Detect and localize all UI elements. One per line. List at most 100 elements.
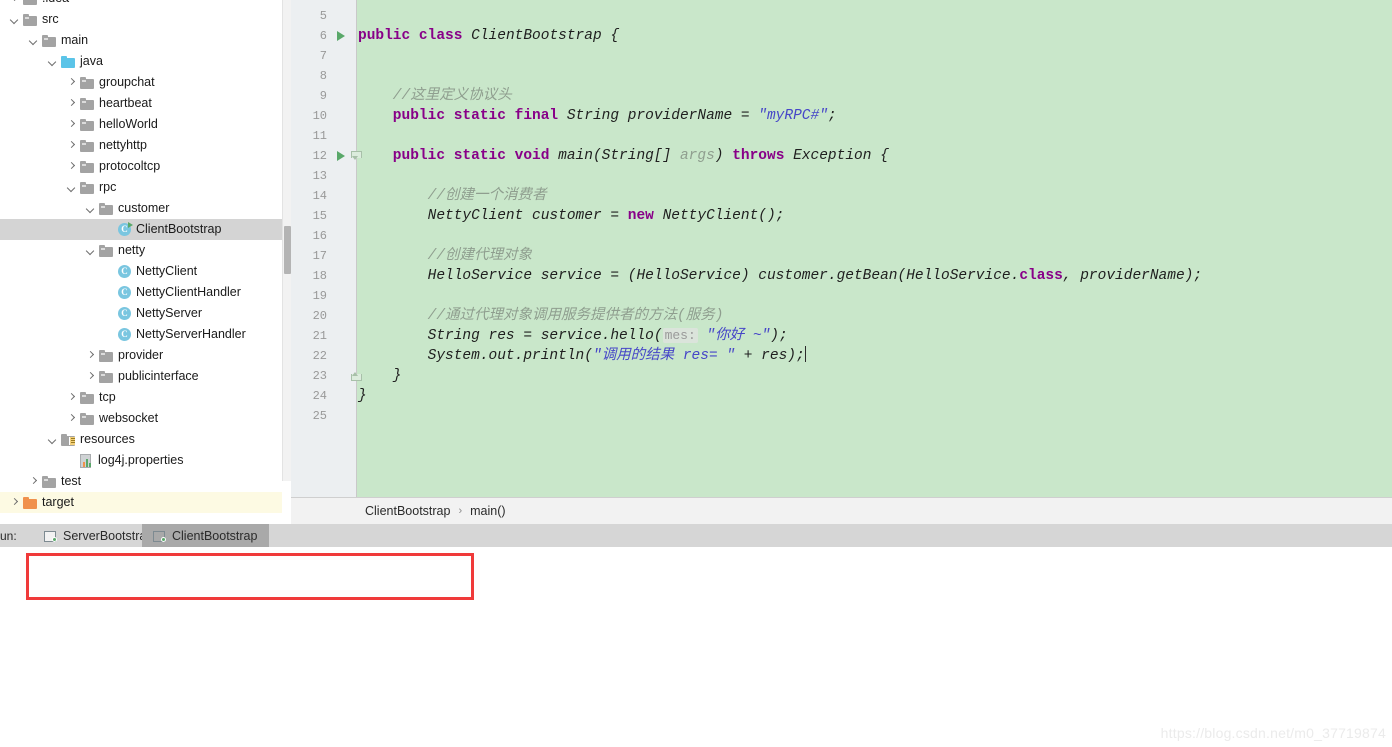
line-number: 18 <box>312 269 327 283</box>
folder-target-icon <box>23 496 37 509</box>
chevron-right-icon[interactable] <box>84 370 97 383</box>
tree-item-nettyserver[interactable]: C NettyServer <box>0 303 282 324</box>
tree-item-test[interactable]: test <box>0 471 282 492</box>
code-token-plain: ); <box>770 328 788 344</box>
tree-item-java[interactable]: java <box>0 51 282 72</box>
chevron-right-icon[interactable] <box>65 97 78 110</box>
code-token-plain: } <box>358 388 367 404</box>
line-number: 5 <box>319 9 327 23</box>
chevron-right-icon[interactable] <box>65 118 78 131</box>
tree-item-label: heartbeat <box>99 96 152 110</box>
code-token-kw: public static void <box>358 148 559 164</box>
editor-gutter[interactable]: 45678910111213141516171819202122232425 <box>291 0 333 497</box>
tree-item-label: groupchat <box>99 75 155 89</box>
tree-item-nettyclient[interactable]: C NettyClient <box>0 261 282 282</box>
tree-item-label: tcp <box>99 390 116 404</box>
line-number: 20 <box>312 309 327 323</box>
tree-item-label: test <box>61 474 82 488</box>
chevron-right-icon[interactable] <box>65 412 78 425</box>
tree-item-main[interactable]: main <box>0 30 282 51</box>
tree-item-nettyclienthandler[interactable]: C NettyClientHandler <box>0 282 282 303</box>
run-gutter-icon[interactable] <box>337 151 345 161</box>
code-fold-icon[interactable] <box>351 151 362 160</box>
tree-item-resources[interactable]: resources <box>0 429 282 450</box>
tree-item-protocoltcp[interactable]: protocoltcp <box>0 156 282 177</box>
code-editor[interactable]: 45678910111213141516171819202122232425 p… <box>291 0 1392 497</box>
code-token-cmt: //创建一个消费者 <box>358 188 547 204</box>
chevron-right-icon[interactable] <box>84 349 97 362</box>
tree-item-nettyserverhandler[interactable]: C NettyServerHandler <box>0 324 282 345</box>
tree-item-heartbeat[interactable]: heartbeat <box>0 93 282 114</box>
tree-item-tcp[interactable]: tcp <box>0 387 282 408</box>
folder-icon <box>80 181 94 194</box>
chevron-down-icon[interactable] <box>65 181 78 194</box>
chevron-down-icon[interactable] <box>84 244 97 257</box>
chevron-down-icon[interactable] <box>46 55 59 68</box>
chevron-down-icon[interactable] <box>84 202 97 215</box>
folder-icon <box>80 139 94 152</box>
chevron-right-icon[interactable] <box>8 496 21 509</box>
line-number: 15 <box>312 209 327 223</box>
tree-item-clientbootstrap[interactable]: C ClientBootstrap <box>0 219 282 240</box>
tree-item-helloworld[interactable]: helloWorld <box>0 114 282 135</box>
breadcrumb[interactable]: ClientBootstrap › main() <box>291 497 1392 524</box>
chevron-right-icon[interactable] <box>65 139 78 152</box>
tree-item-label: main <box>61 33 89 47</box>
java-class-icon: C <box>118 328 131 341</box>
tree-item-label: customer <box>118 201 170 215</box>
code-token-plain: System.out.println( <box>358 348 593 364</box>
code-line: } <box>358 386 367 406</box>
code-token-plain: HelloService service = (HelloService) cu… <box>358 268 1020 284</box>
tree-item--idea[interactable]: .idea <box>0 0 282 9</box>
tree-item-label: protocoltcp <box>99 159 161 173</box>
project-tool-window[interactable]: .idea srcmain java groupchat heartbeat helloW… <box>0 0 291 524</box>
tree-item-label: src <box>42 12 59 26</box>
breadcrumb-class[interactable]: ClientBootstrap <box>365 504 450 518</box>
tree-item-rpc[interactable]: rpc <box>0 177 282 198</box>
chevron-right-icon[interactable] <box>27 475 40 488</box>
chevron-right-icon[interactable] <box>65 160 78 173</box>
tree-item-customer[interactable]: customer <box>0 198 282 219</box>
tree-item-label: ClientBootstrap <box>136 222 222 236</box>
tree-item-log4j-properties[interactable]: log4j.properties <box>0 450 282 471</box>
chevron-right-icon[interactable] <box>8 0 21 5</box>
tree-item-publicinterface[interactable]: publicinterface <box>0 366 282 387</box>
code-token-plain: + res); <box>735 348 805 364</box>
tree-item-groupchat[interactable]: groupchat <box>0 72 282 93</box>
folder-icon <box>80 97 94 110</box>
run-window-label: un: <box>0 529 17 543</box>
tree-item-label: NettyClientHandler <box>136 285 241 299</box>
project-tree-scrollbar[interactable] <box>282 0 291 481</box>
code-line: public class ClientBootstrap { <box>358 26 619 46</box>
line-number: 21 <box>312 329 327 343</box>
chevron-right-icon[interactable] <box>65 76 78 89</box>
line-number: 17 <box>312 249 327 263</box>
chevron-down-icon[interactable] <box>27 34 40 47</box>
tree-item-target[interactable]: target <box>0 492 282 513</box>
breadcrumb-method[interactable]: main() <box>470 504 505 518</box>
tree-item-nettyhttp[interactable]: nettyhttp <box>0 135 282 156</box>
run-tab-label: ServerBootstrap <box>63 528 154 543</box>
project-tree-scrollbar-thumb[interactable] <box>284 226 291 274</box>
editor-code-area[interactable]: public class ClientBootstrap { //这里定义协议头… <box>358 0 1392 497</box>
line-number: 19 <box>312 289 327 303</box>
tree-item-netty[interactable]: netty <box>0 240 282 261</box>
tree-item-websocket[interactable]: websocket <box>0 408 282 429</box>
editor-gutter-markers[interactable] <box>333 0 357 497</box>
tree-item-provider[interactable]: provider <box>0 345 282 366</box>
tree-item-label: NettyClient <box>136 264 198 278</box>
code-fold-end-icon[interactable] <box>351 372 362 381</box>
chevron-right-icon[interactable] <box>65 391 78 404</box>
line-number: 12 <box>312 149 327 163</box>
code-line: HelloService service = (HelloService) cu… <box>358 266 1202 286</box>
chevron-down-icon[interactable] <box>46 433 59 446</box>
tree-item-src[interactable]: src <box>0 9 282 30</box>
run-tab-clientbootstrap[interactable]: ClientBootstrap <box>142 524 270 547</box>
run-configuration-icon <box>43 530 57 542</box>
code-token-plain: String res = service.hello( <box>358 328 663 344</box>
chevron-down-icon[interactable] <box>8 13 21 26</box>
run-gutter-icon[interactable] <box>337 31 345 41</box>
console-output[interactable]: D:\jdk8\bin\java ... 调用的结果 res= 你好客户端，我已… <box>0 547 1392 747</box>
